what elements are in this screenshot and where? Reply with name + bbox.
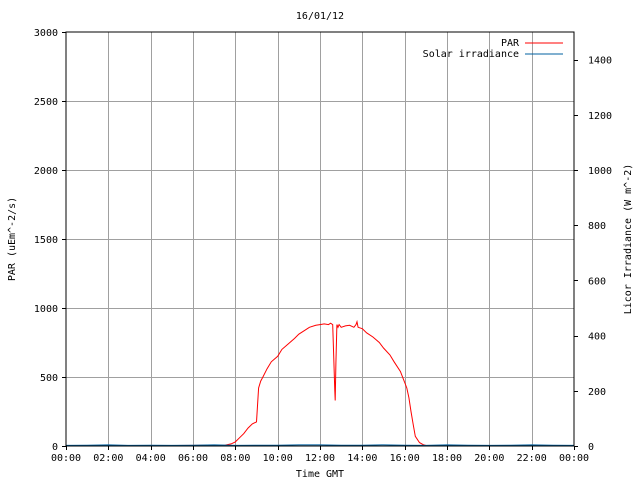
x-tick-label: 00:00 xyxy=(51,453,81,464)
y-tick-label: 500 xyxy=(40,373,58,384)
y2-tick-label: 1200 xyxy=(588,111,612,122)
legend-label-par: PAR xyxy=(501,38,520,49)
x-axis-label: Time GMT xyxy=(296,469,344,480)
y-tick-label: 0 xyxy=(52,442,58,453)
y2-tick-label: 0 xyxy=(588,442,594,453)
x-tick-label: 04:00 xyxy=(136,453,166,464)
y-tick-label: 2000 xyxy=(34,166,58,177)
x-tick-label: 18:00 xyxy=(432,453,462,464)
y2-tick-label: 800 xyxy=(588,221,606,232)
x-tick-label: 10:00 xyxy=(263,453,293,464)
y-tick-label: 1500 xyxy=(34,235,58,246)
y2-axis-label: Licor Irradiance (W m^-2) xyxy=(623,164,634,315)
y2-tick-label: 1000 xyxy=(588,166,612,177)
x-tick-label: 02:00 xyxy=(93,453,123,464)
y2-tick-label: 1400 xyxy=(588,56,612,67)
par-chart: 00:00 02:00 04:00 06:00 08:00 10:00 12:00 14:00… xyxy=(0,0,640,480)
y2-tick-label: 600 xyxy=(588,276,606,287)
x-tick-label: 12:00 xyxy=(305,453,335,464)
y2-tick-label: 200 xyxy=(588,387,606,398)
x-tick-label: 06:00 xyxy=(178,453,208,464)
legend-label-solar: Solar irradiance xyxy=(423,49,519,60)
y-tick-label: 1000 xyxy=(34,304,58,315)
x-tick-label: 20:00 xyxy=(474,453,504,464)
x-tick-label: 22:00 xyxy=(517,453,547,464)
x-tick-label: 14:00 xyxy=(347,453,377,464)
x-tick-label: 16:00 xyxy=(390,453,420,464)
chart-title: 16/01/12 xyxy=(296,11,344,22)
y2-tick-label: 400 xyxy=(588,332,606,343)
solar-irradiance-line xyxy=(65,444,575,446)
y-tick-label: 3000 xyxy=(34,28,58,39)
y-tick-label: 2500 xyxy=(34,97,58,108)
x-tick-label: 08:00 xyxy=(220,453,250,464)
y-axis-label: PAR (uEm^-2/s) xyxy=(7,197,18,281)
x-tick-label: 00:00 xyxy=(559,453,589,464)
